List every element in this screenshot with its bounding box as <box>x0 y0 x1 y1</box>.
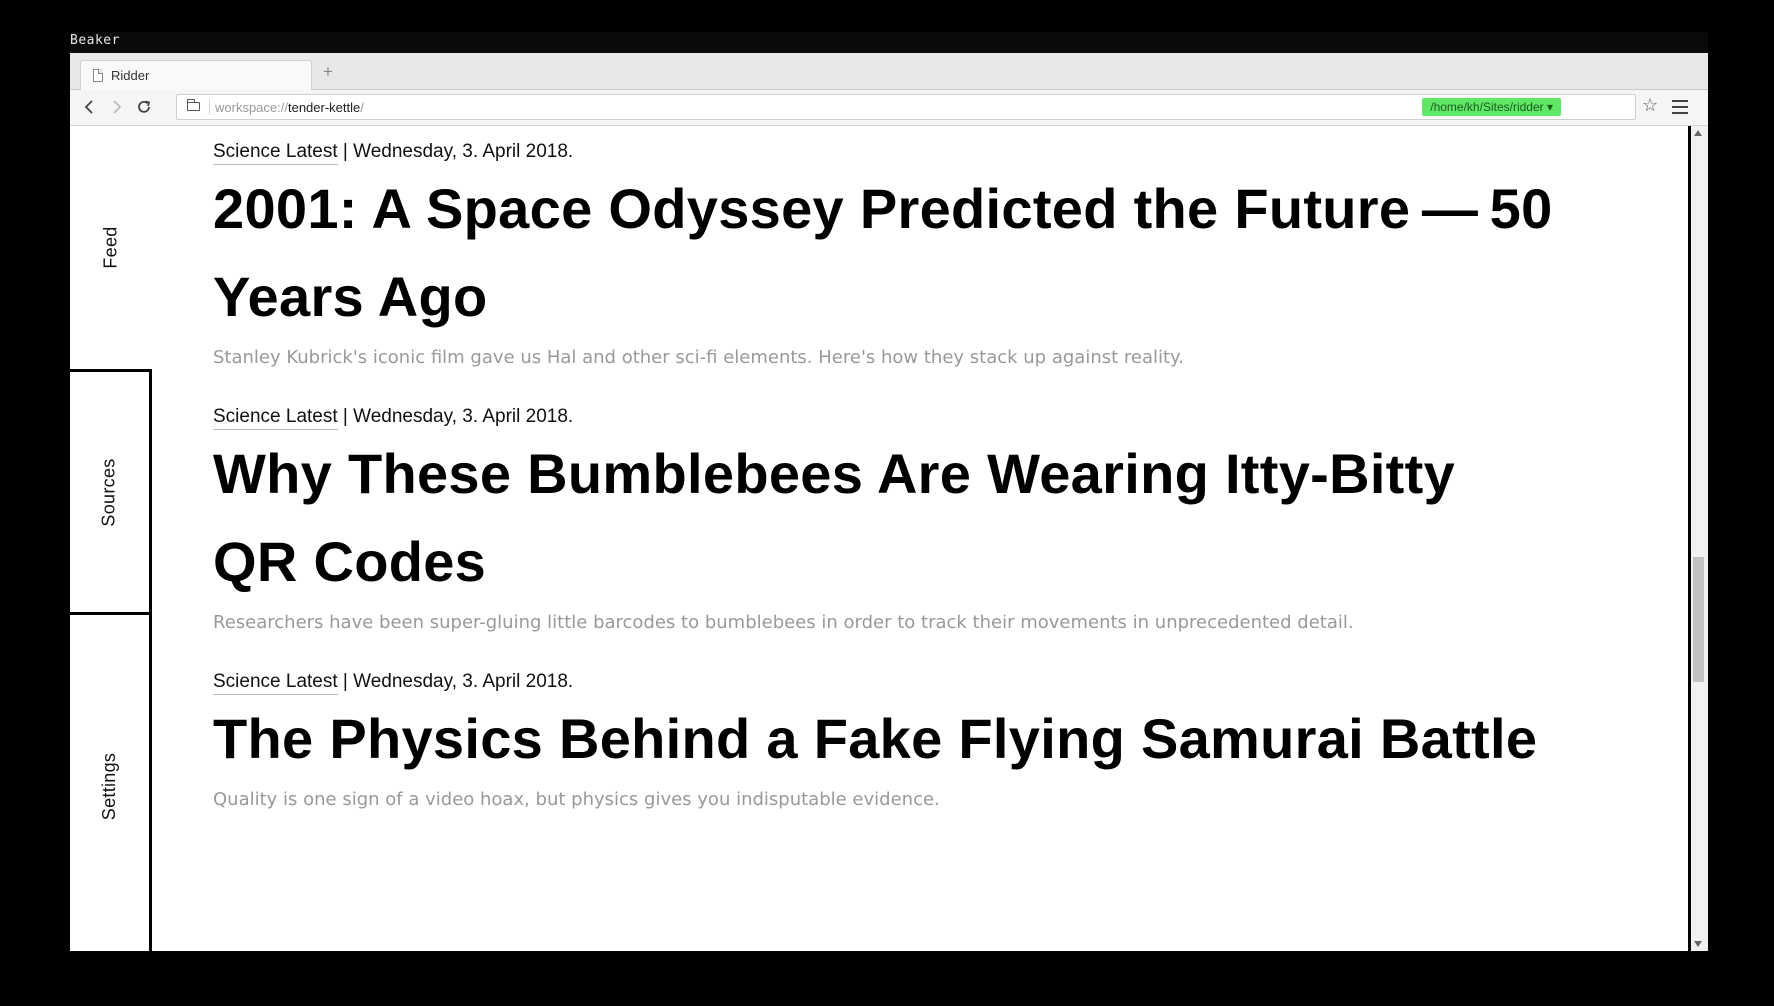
article-source-link[interactable]: Science Latest <box>213 141 338 165</box>
url-host: tender-kettle <box>287 100 361 115</box>
article-item: Science Latest | Wednesday, 3. April 201… <box>213 139 1553 368</box>
sidebar-item-label: Sources <box>98 457 119 527</box>
article-meta: Science Latest | Wednesday, 3. April 201… <box>213 139 1553 165</box>
page-icon <box>93 69 103 82</box>
hamburger-menu-icon[interactable] <box>1672 100 1688 114</box>
article-summary: Stanley Kubrick's iconic film gave us Ha… <box>213 347 1184 368</box>
scrollbar-thumb[interactable] <box>1693 557 1704 682</box>
sidebar-item-label: Feed <box>100 226 121 269</box>
app-title: Beaker <box>70 33 120 48</box>
navigation-bar: workspace://tender-kettle/ ϟ /home/kh/Si… <box>70 90 1708 126</box>
sidebar-item-settings[interactable]: Settings <box>70 612 152 951</box>
article-title[interactable]: The Physics Behind a Fake Flying Samurai… <box>213 695 1553 783</box>
article-summary: Researchers have been super-gluing littl… <box>213 612 1354 633</box>
article-source-link[interactable]: Science Latest <box>213 671 338 695</box>
article-source-link[interactable]: Science Latest <box>213 406 338 430</box>
sidebar-item-label: Settings <box>98 752 119 820</box>
new-tab-button[interactable]: + <box>323 62 333 82</box>
sidebar-item-feed[interactable]: Feed <box>70 126 152 369</box>
star-icon[interactable]: ☆ <box>1642 95 1658 116</box>
article-date: | Wednesday, 3. April 2018. <box>337 141 574 162</box>
url-scheme: workspace:// <box>215 100 288 115</box>
url-bar[interactable]: workspace://tender-kettle/ ϟ /home/kh/Si… <box>176 94 1636 120</box>
article-summary: Quality is one sign of a video hoax, but… <box>213 789 940 810</box>
folder-icon <box>186 99 200 111</box>
tab-title: Ridder <box>111 68 150 83</box>
vertical-scrollbar[interactable] <box>1688 126 1708 951</box>
forward-arrow-icon[interactable] <box>106 96 128 118</box>
article-meta: Science Latest | Wednesday, 3. April 201… <box>213 669 1553 695</box>
article-date: | Wednesday, 3. April 2018. <box>337 671 574 692</box>
article-item: Science Latest | Wednesday, 3. April 201… <box>213 404 1553 633</box>
article-item: Science Latest | Wednesday, 3. April 201… <box>213 669 1553 810</box>
local-path-badge[interactable]: /home/kh/Sites/ridder ▾ <box>1422 98 1561 116</box>
scroll-down-arrow-icon[interactable] <box>1694 941 1702 947</box>
article-meta: Science Latest | Wednesday, 3. April 201… <box>213 404 1553 430</box>
back-arrow-icon[interactable] <box>78 96 100 118</box>
reload-icon[interactable] <box>133 96 155 118</box>
page-content: Feed Sources Settings Science Latest | W… <box>70 126 1690 951</box>
article-date: | Wednesday, 3. April 2018. <box>337 406 574 427</box>
scroll-up-arrow-icon[interactable] <box>1694 130 1702 136</box>
url-separator <box>209 99 210 115</box>
url-text[interactable]: workspace://tender-kettle/ <box>215 100 364 115</box>
article-title[interactable]: 2001: A Space Odyssey Predicted the Futu… <box>213 165 1553 341</box>
tab-ridder[interactable]: Ridder <box>80 60 312 90</box>
os-title-bar <box>70 32 1708 53</box>
browser-window: Ridder + workspace://tender-kettle/ ϟ /h… <box>70 53 1708 951</box>
sidebar-item-sources[interactable]: Sources <box>70 369 152 615</box>
article-title[interactable]: Why These Bumblebees Are Wearing Itty-Bi… <box>213 430 1553 606</box>
url-trailing: / <box>360 100 364 115</box>
tab-bar: Ridder + <box>70 53 1708 90</box>
